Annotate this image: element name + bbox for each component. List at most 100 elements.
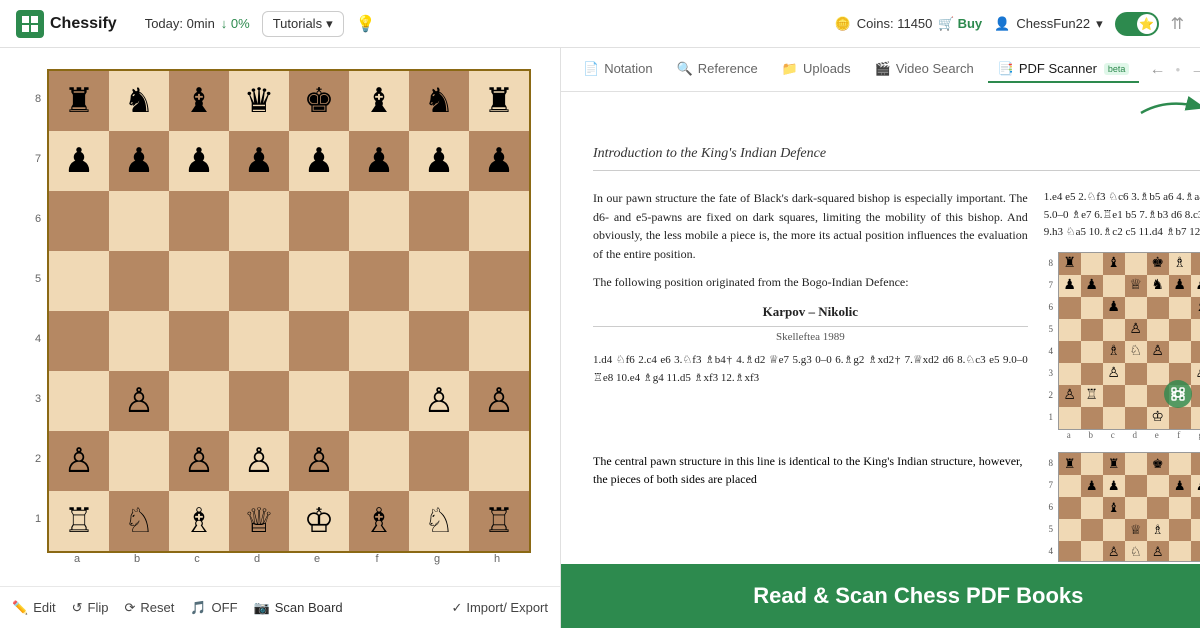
chess-cell[interactable]: [109, 191, 169, 251]
uploads-icon: 📁: [782, 61, 798, 77]
arrow-indicator-bar: [561, 92, 1200, 122]
chess-cell[interactable]: [289, 191, 349, 251]
chess-cell[interactable]: [409, 191, 469, 251]
chess-cell[interactable]: ♜: [469, 71, 529, 131]
theme-toggle[interactable]: ⭐: [1115, 12, 1159, 36]
tab-reference[interactable]: 🔍 Reference: [667, 57, 768, 83]
chess-cell[interactable]: ♕: [229, 491, 289, 551]
pdf-page: Introduction to the King's Indian Defenc…: [561, 122, 1200, 604]
import-export-label: Import/ Export: [466, 600, 548, 615]
match-title: Karpov – Nikolic: [593, 302, 1028, 327]
chess-cell[interactable]: ♝: [349, 71, 409, 131]
chess-cell[interactable]: [109, 251, 169, 311]
chess-cell[interactable]: ♘: [109, 491, 169, 551]
chess-cell[interactable]: [109, 431, 169, 491]
nav-back-button[interactable]: ←: [1143, 59, 1171, 81]
nav-forward-button[interactable]: →: [1184, 59, 1200, 81]
chess-cell[interactable]: ♛: [229, 71, 289, 131]
flip-button[interactable]: ↺ Flip: [72, 600, 109, 616]
chess-cell[interactable]: ♟: [49, 131, 109, 191]
chess-cell[interactable]: [409, 311, 469, 371]
chess-cell[interactable]: ♚: [289, 71, 349, 131]
pdf-text-column-2: The central pawn structure in this line …: [593, 452, 1028, 562]
chess-cell[interactable]: [469, 251, 529, 311]
logo-icon: [16, 10, 44, 38]
chess-cell[interactable]: ♙: [49, 431, 109, 491]
chess-cell[interactable]: [169, 251, 229, 311]
sound-button[interactable]: 🎵 OFF: [190, 600, 237, 616]
scan-eye-icon: [1170, 386, 1186, 402]
chess-cell[interactable]: [49, 311, 109, 371]
chess-cell[interactable]: [229, 251, 289, 311]
chess-cell[interactable]: [289, 251, 349, 311]
chess-cell[interactable]: [229, 191, 289, 251]
chess-cell[interactable]: ♟: [409, 131, 469, 191]
mini-board-2: 8 7 6 5 4 ♜ ♜: [1044, 452, 1200, 562]
scan-board-label: Scan Board: [275, 600, 343, 615]
tab-uploads[interactable]: 📁 Uploads: [772, 57, 861, 83]
tab-pdf-scanner[interactable]: 📑 PDF Scanner beta: [988, 57, 1140, 83]
scan-board-button[interactable]: 📷 Scan Board: [254, 600, 343, 616]
chess-cell[interactable]: [349, 311, 409, 371]
pdf-body-2: The central pawn structure in this line …: [593, 452, 1200, 562]
chess-cell[interactable]: [49, 371, 109, 431]
chess-cell[interactable]: [469, 431, 529, 491]
chess-cell[interactable]: [469, 191, 529, 251]
chess-cell[interactable]: ♝: [169, 71, 229, 131]
chess-cell[interactable]: ♔: [289, 491, 349, 551]
chess-cell[interactable]: [49, 251, 109, 311]
scan-cta-overlay[interactable]: Read & Scan Chess PDF Books: [561, 564, 1200, 628]
buy-button[interactable]: 🛒 Buy: [938, 16, 982, 32]
collapse-button[interactable]: ⇈: [1171, 14, 1184, 34]
chess-cell[interactable]: [289, 371, 349, 431]
reset-button[interactable]: ⟳ Reset: [124, 600, 174, 616]
chess-cell[interactable]: ♙: [289, 431, 349, 491]
chess-cell[interactable]: ♗: [169, 491, 229, 551]
user-area[interactable]: 👤 ChessFun22 ▾: [994, 16, 1102, 32]
import-export-button[interactable]: ✓ Import/ Export: [451, 600, 548, 616]
today-label: Today: 0min: [145, 16, 215, 31]
chess-cell[interactable]: ♙: [409, 371, 469, 431]
chess-cell[interactable]: [229, 311, 289, 371]
nav-dot: ●: [1175, 65, 1180, 74]
chess-cell[interactable]: ♟: [349, 131, 409, 191]
chess-cell[interactable]: [409, 431, 469, 491]
chess-cell[interactable]: [169, 191, 229, 251]
chess-cell[interactable]: ♘: [409, 491, 469, 551]
chess-cell[interactable]: ♙: [169, 431, 229, 491]
chess-cell[interactable]: ♙: [109, 371, 169, 431]
chess-cell[interactable]: [109, 311, 169, 371]
tab-video-search[interactable]: 🎬 Video Search: [865, 57, 984, 83]
chess-cell[interactable]: ♙: [229, 431, 289, 491]
chess-cell[interactable]: ♟: [169, 131, 229, 191]
star-icon: ⭐: [1139, 17, 1154, 31]
toggle-knob: ⭐: [1137, 14, 1157, 34]
chess-cell[interactable]: ♖: [49, 491, 109, 551]
tab-notation[interactable]: 📄 Notation: [573, 57, 663, 83]
chess-cell[interactable]: [409, 251, 469, 311]
chess-cell[interactable]: ♞: [409, 71, 469, 131]
tutorials-button[interactable]: Tutorials ▾: [262, 11, 344, 37]
chess-cell[interactable]: [469, 311, 529, 371]
chess-cell[interactable]: ♙: [469, 371, 529, 431]
chess-cell[interactable]: [349, 431, 409, 491]
pdf-paragraph-2: The following position originated from t…: [593, 273, 1028, 292]
chess-cell[interactable]: [349, 251, 409, 311]
chess-cell[interactable]: [49, 191, 109, 251]
chess-cell[interactable]: ♟: [469, 131, 529, 191]
chess-cell[interactable]: ♟: [109, 131, 169, 191]
chess-cell[interactable]: [289, 311, 349, 371]
edit-button[interactable]: ✏️ Edit: [12, 600, 56, 616]
chess-cell[interactable]: [349, 371, 409, 431]
flip-label: Flip: [88, 600, 109, 615]
chess-cell[interactable]: ♗: [349, 491, 409, 551]
chess-cell[interactable]: [349, 191, 409, 251]
chess-cell[interactable]: [169, 311, 229, 371]
chess-cell[interactable]: [169, 371, 229, 431]
chess-cell[interactable]: ♟: [289, 131, 349, 191]
chess-cell[interactable]: ♟: [229, 131, 289, 191]
chess-cell[interactable]: ♜: [49, 71, 109, 131]
chess-cell[interactable]: ♖: [469, 491, 529, 551]
chess-cell[interactable]: ♞: [109, 71, 169, 131]
chess-cell[interactable]: [229, 371, 289, 431]
